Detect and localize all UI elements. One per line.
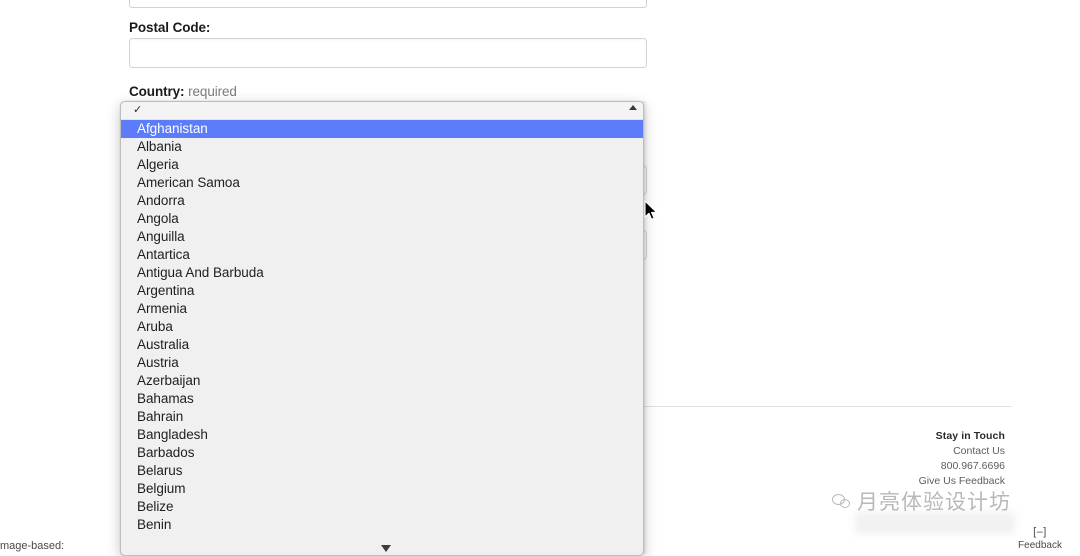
footer-divider [640, 406, 1012, 407]
postal-code-input[interactable] [129, 38, 647, 68]
country-option[interactable]: Barbados [121, 444, 643, 462]
country-option[interactable]: Antigua And Barbuda [121, 264, 643, 282]
scroll-up-arrow-icon[interactable] [629, 105, 637, 110]
country-option[interactable]: Anguilla [121, 228, 643, 246]
give-us-feedback-link[interactable]: Give Us Feedback [875, 474, 1005, 489]
country-option[interactable]: Antartica [121, 246, 643, 264]
country-option[interactable]: Argentina [121, 282, 643, 300]
field-above-postal-code-input[interactable] [129, 0, 647, 8]
postal-code-label-text: Postal Code: [129, 20, 211, 35]
field-above-postal-code [129, 0, 647, 8]
country-label-text: Country: [129, 84, 185, 99]
country-popup-header[interactable]: ✓ [121, 102, 643, 120]
country-option-list[interactable]: Afghanistan Albania Algeria American Samoa A… [121, 120, 643, 534]
country-option[interactable]: Albania [121, 138, 643, 156]
country-option[interactable]: Algeria [121, 156, 643, 174]
scroll-down-control[interactable] [121, 539, 643, 553]
country-option[interactable]: Bahamas [121, 390, 643, 408]
country-option[interactable]: Belarus [121, 462, 643, 480]
scroll-down-arrow-icon[interactable] [381, 545, 391, 552]
country-option[interactable]: Belize [121, 498, 643, 516]
country-option[interactable]: Benin [121, 516, 643, 534]
phone-number[interactable]: 800.967.6696 [875, 459, 1005, 474]
stay-in-touch-block: Stay in Touch Contact Us 800.967.6696 Gi… [875, 429, 1005, 489]
feedback-collapse-icon[interactable]: [–] [1010, 526, 1070, 539]
checkmark-icon: ✓ [133, 104, 143, 116]
country-option[interactable]: Azerbaijan [121, 372, 643, 390]
country-required-note: required [188, 84, 237, 99]
country-option[interactable]: Bangladesh [121, 426, 643, 444]
stay-in-touch-heading: Stay in Touch [935, 430, 1005, 442]
country-option[interactable]: Angola [121, 210, 643, 228]
country-option[interactable]: American Samoa [121, 174, 643, 192]
country-option[interactable]: Aruba [121, 318, 643, 336]
country-option[interactable]: Bahrain [121, 408, 643, 426]
postal-code-label: Postal Code: [129, 21, 210, 35]
country-option[interactable]: Austria [121, 354, 643, 372]
country-option[interactable]: Andorra [121, 192, 643, 210]
country-option[interactable]: Armenia [121, 300, 643, 318]
country-option[interactable]: Australia [121, 336, 643, 354]
feedback-tab-label: Feedback [1018, 540, 1062, 551]
country-label: Country: required [129, 85, 237, 99]
country-option-selected[interactable]: Afghanistan [121, 120, 643, 138]
feedback-tab[interactable]: [–] Feedback [1010, 526, 1070, 552]
clipped-page-text: mage-based: [0, 540, 65, 552]
country-select-popup[interactable]: ✓ Afghanistan Albania Algeria American Samo… [120, 101, 644, 556]
country-option[interactable]: Belgium [121, 480, 643, 498]
contact-us-link[interactable]: Contact Us [875, 444, 1005, 459]
